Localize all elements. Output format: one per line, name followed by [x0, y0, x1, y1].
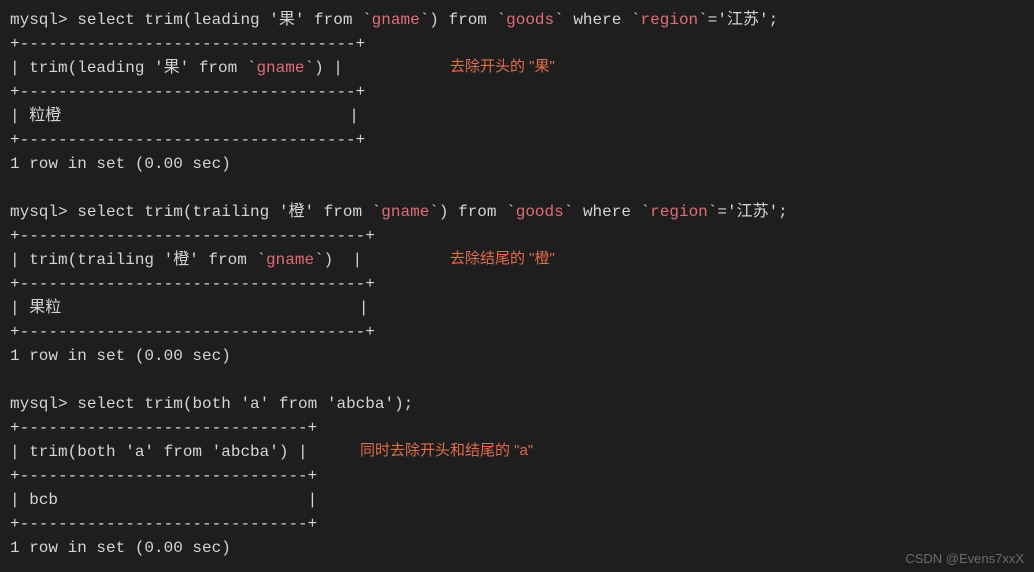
sql-text: select trim(leading '果' from ` [77, 11, 371, 29]
table-row: | 粒橙 | [10, 104, 1024, 128]
mysql-prompt: mysql> [10, 395, 77, 413]
table-border: +------------------------------+ [10, 416, 1024, 440]
result-footer: 1 row in set (0.00 sec) [10, 344, 1024, 368]
table-row: | 果粒 | [10, 296, 1024, 320]
header-text: `) | [304, 59, 342, 77]
header-text: `) | [314, 251, 362, 269]
blank-line [10, 176, 1024, 200]
watermark: CSDN @Evens7xxX [905, 549, 1024, 569]
col-region: region [650, 203, 708, 221]
table-border: +------------------------------+ [10, 464, 1024, 488]
header-text: | trim(leading '果' from ` [10, 59, 256, 77]
blank-line [10, 368, 1024, 392]
annotation-2: 去除结尾的 "橙" [450, 248, 555, 271]
table-border: +------------------------------+ [10, 512, 1024, 536]
col-gname: gname [256, 59, 304, 77]
annotation-1: 去除开头的 "果" [450, 56, 555, 79]
sql-text: select trim(trailing '橙' from ` [77, 203, 381, 221]
mysql-prompt: mysql> [10, 203, 77, 221]
sql-query-3: mysql> select trim(both 'a' from 'abcba'… [10, 392, 1024, 416]
table-border: +------------------------------------+ [10, 224, 1024, 248]
table-border: +-----------------------------------+ [10, 128, 1024, 152]
result-footer: 1 row in set (0.00 sec) [10, 152, 1024, 176]
annotation-3: 同时去除开头和结尾的 "a" [360, 440, 533, 463]
result-footer: 1 row in set (0.00 sec) [10, 536, 1024, 560]
col-gname: gname [266, 251, 314, 269]
sql-text: ` where ` [554, 11, 640, 29]
sql-text: `='江苏'; [698, 11, 778, 29]
mysql-prompt: mysql> [10, 11, 77, 29]
table-border: +-----------------------------------+ [10, 80, 1024, 104]
table-border: +------------------------------------+ [10, 272, 1024, 296]
col-region: region [641, 11, 699, 29]
sql-query-2: mysql> select trim(trailing '橙' from `gn… [10, 200, 1024, 224]
col-gname: gname [381, 203, 429, 221]
table-border: +-----------------------------------+ [10, 32, 1024, 56]
header-text: | trim(trailing '橙' from ` [10, 251, 266, 269]
sql-text: ` where ` [564, 203, 650, 221]
sql-query-1: mysql> select trim(leading '果' from `gna… [10, 8, 1024, 32]
sql-text: select trim(both 'a' from 'abcba'); [77, 395, 413, 413]
table-goods: goods [516, 203, 564, 221]
table-border: +------------------------------------+ [10, 320, 1024, 344]
table-row: | bcb | [10, 488, 1024, 512]
sql-text: `) from ` [420, 11, 506, 29]
sql-text: `) from ` [429, 203, 515, 221]
table-goods: goods [506, 11, 554, 29]
sql-text: `='江苏'; [708, 203, 788, 221]
col-gname: gname [372, 11, 420, 29]
